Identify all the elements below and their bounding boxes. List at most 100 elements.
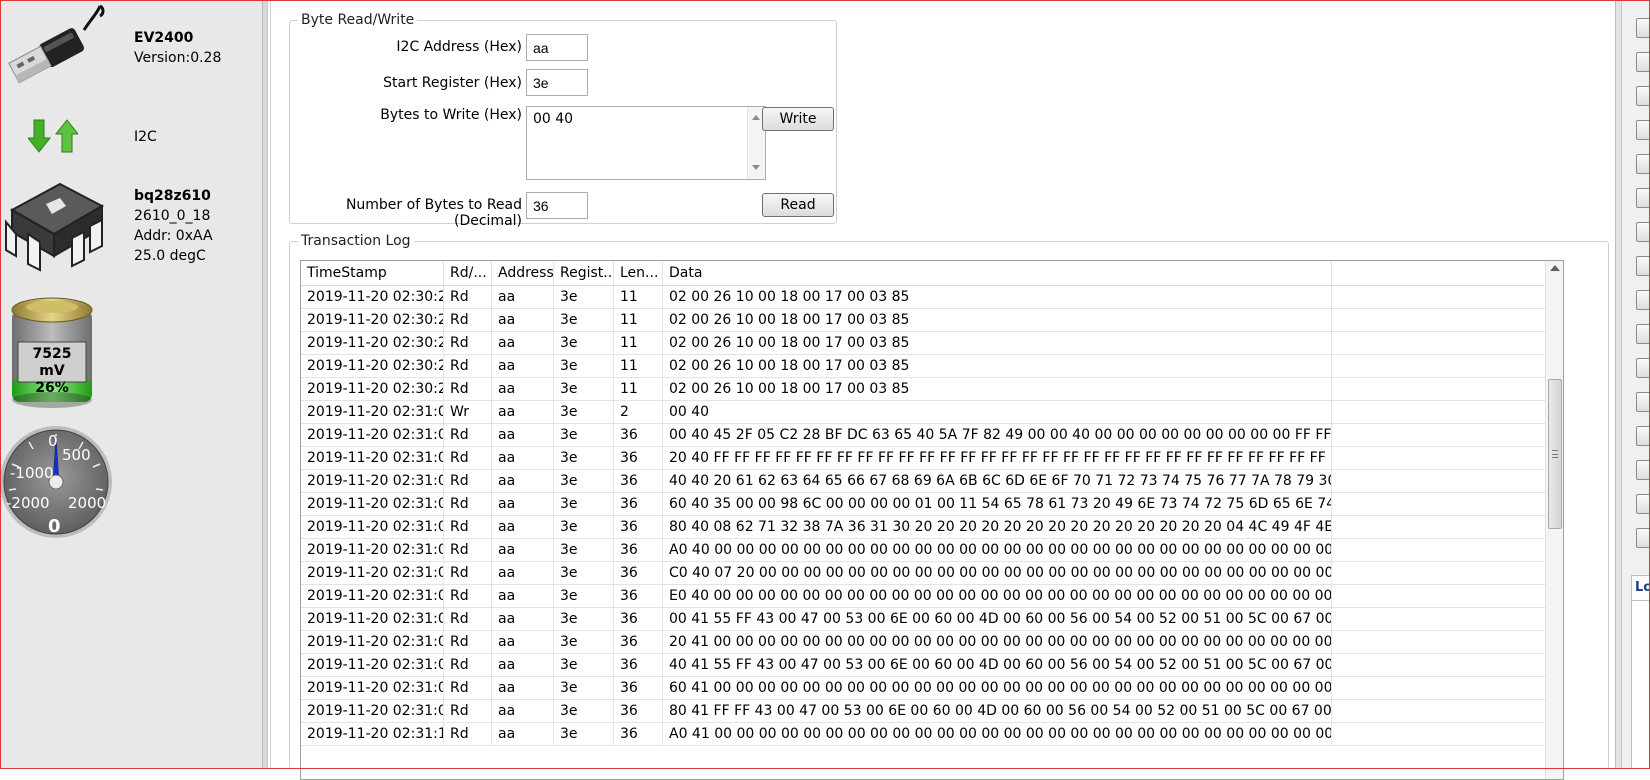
dock-button[interactable] bbox=[1636, 86, 1650, 106]
dock-button[interactable] bbox=[1636, 358, 1650, 378]
cell-address: aa bbox=[492, 424, 554, 446]
table-row[interactable]: 2019-11-20 02:31:0...Rdaa3e3620 40 FF FF… bbox=[301, 447, 1547, 470]
transaction-log-table[interactable]: TimeStamp Rd/... Address Regist... Len..… bbox=[300, 260, 1564, 780]
table-row[interactable]: 2019-11-20 02:30:2...Rdaa3e1102 00 26 10… bbox=[301, 355, 1547, 378]
table-row[interactable]: 2019-11-20 02:31:0...Rdaa3e3640 40 20 61… bbox=[301, 470, 1547, 493]
i2c-address-input[interactable] bbox=[526, 34, 588, 61]
dock-button[interactable] bbox=[1636, 528, 1650, 548]
table-row[interactable]: 2019-11-20 02:31:0...Rdaa3e36C0 40 07 20… bbox=[301, 562, 1547, 585]
cell-length: 11 bbox=[614, 286, 663, 308]
table-row[interactable]: 2019-11-20 02:30:2...Rdaa3e1102 00 26 10… bbox=[301, 286, 1547, 309]
table-row[interactable]: 2019-11-20 02:31:0...Rdaa3e3680 41 FF FF… bbox=[301, 700, 1547, 723]
bytes-to-read-input[interactable] bbox=[526, 192, 588, 219]
main-panel: Byte Read/Write I2C Address (Hex) Start … bbox=[270, 0, 1615, 780]
dock-button[interactable] bbox=[1636, 324, 1650, 344]
start-register-input[interactable] bbox=[526, 69, 588, 96]
cell-rd-wr: Rd bbox=[444, 700, 492, 722]
col-header-timestamp[interactable]: TimeStamp bbox=[301, 261, 444, 286]
table-row[interactable]: 2019-11-20 02:30:2...Rdaa3e1102 00 26 10… bbox=[301, 309, 1547, 332]
cell-length: 36 bbox=[614, 447, 663, 469]
dock-button[interactable] bbox=[1636, 120, 1650, 140]
col-header-address[interactable]: Address bbox=[492, 261, 554, 286]
cell-length: 36 bbox=[614, 585, 663, 607]
cell-timestamp: 2019-11-20 02:31:0... bbox=[301, 700, 444, 722]
dock-button[interactable] bbox=[1636, 256, 1650, 276]
cell-address: aa bbox=[492, 286, 554, 308]
table-row[interactable]: 2019-11-20 02:31:0...Rdaa3e3600 41 55 FF… bbox=[301, 608, 1547, 631]
cell-address: aa bbox=[492, 562, 554, 584]
col-header-rd-wr[interactable]: Rd/... bbox=[444, 261, 492, 286]
dock-button[interactable] bbox=[1636, 460, 1650, 480]
cell-register: 3e bbox=[554, 286, 614, 308]
cell-length: 36 bbox=[614, 516, 663, 538]
cell-empty bbox=[1332, 355, 1547, 377]
table-row[interactable]: 2019-11-20 02:31:0...Rdaa3e3600 40 45 2F… bbox=[301, 424, 1547, 447]
scroll-up-icon[interactable] bbox=[1550, 265, 1560, 271]
cell-data: 60 40 35 00 00 98 6C 00 00 00 00 01 00 1… bbox=[663, 493, 1332, 515]
dock-button[interactable] bbox=[1636, 392, 1650, 412]
col-header-data[interactable]: Data bbox=[663, 261, 1332, 286]
table-row[interactable]: 2019-11-20 02:31:0...Rdaa3e36A0 40 00 00… bbox=[301, 539, 1547, 562]
device-info: EV2400 Version:0.28 bbox=[134, 28, 221, 68]
cell-timestamp: 2019-11-20 02:30:2... bbox=[301, 286, 444, 308]
write-button[interactable]: Write bbox=[762, 107, 834, 131]
log-vertical-scrollbar[interactable] bbox=[1545, 261, 1563, 779]
transaction-log-group: Transaction Log TimeStamp Rd/... Address… bbox=[289, 233, 1609, 780]
cell-empty bbox=[1332, 470, 1547, 492]
cell-register: 3e bbox=[554, 654, 614, 676]
dock-button[interactable] bbox=[1636, 52, 1650, 72]
table-row[interactable]: 2019-11-20 02:30:2...Rdaa3e1102 00 26 10… bbox=[301, 378, 1547, 401]
col-header-register[interactable]: Regist... bbox=[554, 261, 614, 286]
bytes-to-read-label: Number of Bytes to Read (Decimal) bbox=[345, 197, 522, 229]
bytes-to-write-value: 00 40 bbox=[533, 111, 574, 127]
cell-rd-wr: Rd bbox=[444, 516, 492, 538]
cell-length: 36 bbox=[614, 470, 663, 492]
table-row[interactable]: 2019-11-20 02:31:0...Rdaa3e3680 40 08 62… bbox=[301, 516, 1547, 539]
cell-address: aa bbox=[492, 654, 554, 676]
bytes-to-write-label: Bytes to Write (Hex) bbox=[380, 107, 522, 123]
table-row[interactable]: 2019-11-20 02:30:2...Rdaa3e1102 00 26 10… bbox=[301, 332, 1547, 355]
table-row[interactable]: 2019-11-20 02:31:0...Rdaa3e3640 41 55 FF… bbox=[301, 654, 1547, 677]
col-header-length[interactable]: Len... bbox=[614, 261, 663, 286]
table-row[interactable]: 2019-11-20 02:31:0...Wraa3e200 40 bbox=[301, 401, 1547, 424]
cell-data: A0 41 00 00 00 00 00 00 00 00 00 00 00 0… bbox=[663, 723, 1332, 745]
bytes-to-write-textarea[interactable]: 00 40 bbox=[526, 106, 766, 180]
cell-empty bbox=[1332, 401, 1547, 423]
cell-rd-wr: Rd bbox=[444, 309, 492, 331]
cell-data: E0 40 00 00 00 00 00 00 00 00 00 00 00 0… bbox=[663, 585, 1332, 607]
byte-read-write-legend: Byte Read/Write bbox=[298, 12, 418, 28]
cell-empty bbox=[1332, 608, 1547, 630]
dock-button[interactable] bbox=[1636, 494, 1650, 514]
right-splitter[interactable] bbox=[1616, 0, 1622, 769]
scroll-up-icon[interactable] bbox=[752, 115, 760, 120]
dock-button[interactable] bbox=[1636, 290, 1650, 310]
start-register-label: Start Register (Hex) bbox=[383, 75, 522, 91]
scrollbar-thumb[interactable] bbox=[1548, 379, 1562, 529]
dock-button[interactable] bbox=[1636, 426, 1650, 446]
log-tab[interactable]: Lo bbox=[1631, 575, 1650, 601]
table-row[interactable]: 2019-11-20 02:31:0...Rdaa3e3620 41 00 00… bbox=[301, 631, 1547, 654]
table-row[interactable]: 2019-11-20 02:31:0...Rdaa3e3660 41 00 00… bbox=[301, 677, 1547, 700]
dock-button[interactable] bbox=[1636, 222, 1650, 242]
sidebar-splitter[interactable] bbox=[262, 0, 268, 769]
dial-tick-minus-2000: -2000 bbox=[6, 494, 50, 512]
dock-button[interactable] bbox=[1636, 188, 1650, 208]
cell-register: 3e bbox=[554, 700, 614, 722]
cell-timestamp: 2019-11-20 02:31:1... bbox=[301, 723, 444, 745]
read-button[interactable]: Read bbox=[762, 193, 834, 217]
cell-rd-wr: Rd bbox=[444, 677, 492, 699]
cell-empty bbox=[1332, 539, 1547, 561]
cell-data: 00 40 45 2F 05 C2 28 BF DC 63 65 40 5A 7… bbox=[663, 424, 1332, 446]
dock-button[interactable] bbox=[1636, 18, 1650, 38]
cell-timestamp: 2019-11-20 02:30:2... bbox=[301, 378, 444, 400]
table-row[interactable]: 2019-11-20 02:31:0...Rdaa3e3660 40 35 00… bbox=[301, 493, 1547, 516]
cell-address: aa bbox=[492, 516, 554, 538]
cell-empty bbox=[1332, 516, 1547, 538]
dock-button[interactable] bbox=[1636, 154, 1650, 174]
table-row[interactable]: 2019-11-20 02:31:1...Rdaa3e36A0 41 00 00… bbox=[301, 723, 1547, 746]
cell-register: 3e bbox=[554, 470, 614, 492]
cell-data: 80 40 08 62 71 32 38 7A 36 31 30 20 20 2… bbox=[663, 516, 1332, 538]
scroll-down-icon[interactable] bbox=[752, 165, 760, 170]
table-row[interactable]: 2019-11-20 02:31:0...Rdaa3e36E0 40 00 00… bbox=[301, 585, 1547, 608]
battery-readout: 7525 mV 26% bbox=[18, 346, 86, 397]
